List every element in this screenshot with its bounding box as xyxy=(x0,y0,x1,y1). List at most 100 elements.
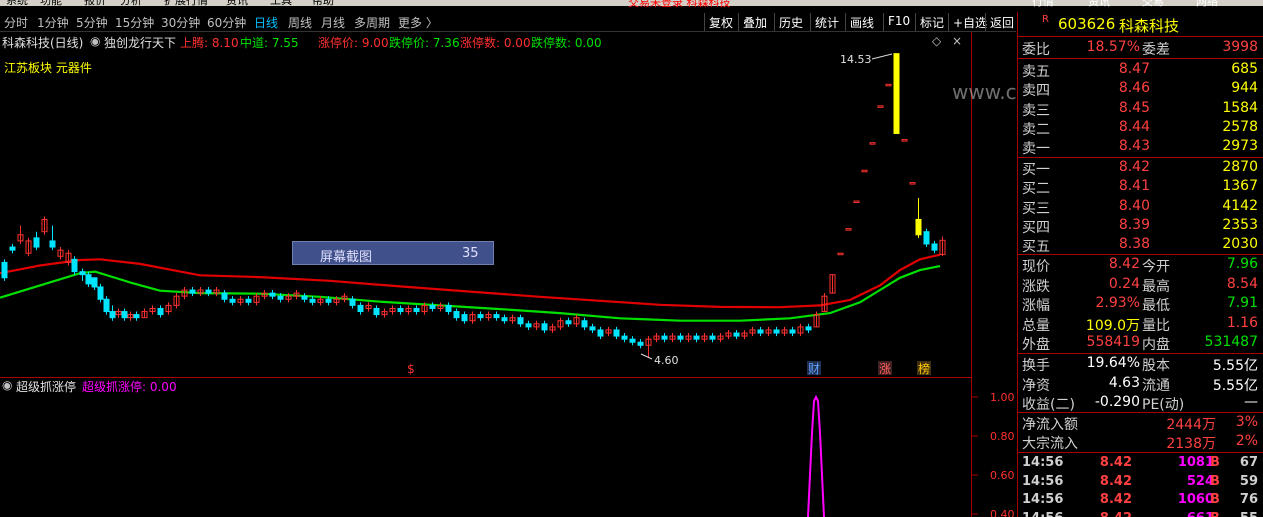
stat-value: 8.54 xyxy=(1226,275,1258,292)
buy-row: 买三 8.40 4142 xyxy=(1018,197,1263,217)
period-tab[interactable]: 周线 xyxy=(288,14,312,31)
circle-icon[interactable]: ◉ xyxy=(2,378,12,392)
close-icon[interactable]: × xyxy=(952,34,962,48)
period-tab[interactable]: 5分钟 xyxy=(76,14,108,31)
stat-label: 今开 xyxy=(1142,259,1170,275)
window-title: 交易未登录 科森科技 xyxy=(628,0,731,9)
flow-value: 2138万 xyxy=(1166,436,1216,453)
candle xyxy=(645,336,652,358)
candle xyxy=(461,311,468,324)
toolbar-button[interactable]: F10 xyxy=(883,13,914,31)
flow-percent: 2% xyxy=(1235,433,1258,450)
order-label: 卖三 xyxy=(1022,102,1050,119)
order-volume: 4142 xyxy=(1222,197,1258,214)
candle xyxy=(485,311,492,321)
period-tab[interactable]: 更多 〉 xyxy=(398,14,438,31)
tick-price: 8.42 xyxy=(1099,492,1132,508)
toolbar-button[interactable]: 历史 xyxy=(774,13,807,31)
flow-label: 净流入额 xyxy=(1022,417,1078,433)
period-tab[interactable]: 30分钟 xyxy=(161,14,200,31)
kline-chart[interactable]: 14.0013.0012.0011.0010.009.008.007.006.0… xyxy=(0,50,972,377)
candle xyxy=(133,311,140,321)
candle xyxy=(141,308,148,319)
candle xyxy=(49,225,56,251)
stat-value: 4.63 xyxy=(1108,374,1140,391)
menu-item[interactable]: 扩展行情 xyxy=(164,0,208,8)
candle xyxy=(509,314,516,324)
candle xyxy=(477,311,484,321)
menu-item[interactable]: 工具 xyxy=(270,0,292,8)
candle xyxy=(717,333,724,343)
toolbar-button[interactable]: 画线 xyxy=(845,13,878,31)
sell-row: 卖三 8.45 1584 xyxy=(1018,99,1263,119)
menu-item[interactable]: 功能 xyxy=(40,0,62,8)
r-icon: R xyxy=(1042,14,1049,25)
candle xyxy=(115,308,122,318)
menu-item[interactable]: 资讯 xyxy=(226,0,248,8)
toolbar-button[interactable]: 统计 xyxy=(810,13,843,31)
mid-value: 中道: 7.55 xyxy=(240,36,299,50)
period-tab[interactable]: 多周期 xyxy=(354,14,390,31)
candle xyxy=(837,252,844,256)
event-marker: 涨 xyxy=(879,361,891,376)
menu-item[interactable]: 报价 xyxy=(84,0,106,8)
period-tab[interactable]: 60分钟 xyxy=(207,14,246,31)
candle xyxy=(749,326,756,337)
candle xyxy=(365,302,372,312)
menu-item[interactable]: 帮助 xyxy=(312,0,334,8)
candle xyxy=(931,240,938,254)
menu-right-item[interactable]: 行情 xyxy=(1032,0,1054,9)
screenshot-overlay[interactable]: 屏幕截图 35 xyxy=(292,241,494,265)
period-tab[interactable]: 月线 xyxy=(321,14,345,31)
candle xyxy=(517,314,524,327)
menu-right-item[interactable]: 网络 xyxy=(1196,0,1218,9)
ratio-label: 委比 xyxy=(1022,42,1050,58)
stat-value: 5.55亿 xyxy=(1212,377,1258,394)
indicator-name[interactable]: 独创龙行天下 xyxy=(104,34,176,51)
order-volume: 685 xyxy=(1231,61,1258,77)
quote-panel: R 603626 科森科技 委比 18.57% 委差 3998 卖五 8.47 685 卖四 8… xyxy=(1017,12,1263,517)
order-label: 卖二 xyxy=(1022,121,1050,138)
event-marker: 榜 xyxy=(918,361,930,376)
toolbar-button[interactable]: 标记 xyxy=(915,13,948,31)
candle xyxy=(221,290,228,303)
stat-value: 8.42 xyxy=(1108,256,1140,272)
circle-icon[interactable]: ◉ xyxy=(90,34,100,48)
stat-label: 净资 xyxy=(1022,377,1050,394)
tick-side: B xyxy=(1210,473,1220,489)
candle xyxy=(861,169,868,173)
stat-label: 流通 xyxy=(1142,377,1170,394)
period-tab[interactable]: 分时 xyxy=(4,14,28,31)
menu-right-item[interactable]: 交易 xyxy=(1142,0,1164,9)
toolbar-button[interactable]: 复权 xyxy=(704,13,737,31)
menu-item[interactable]: 系统 xyxy=(6,0,28,8)
high-marker: 14.53 xyxy=(840,53,872,66)
period-tab[interactable]: 日线 xyxy=(254,14,278,31)
candle xyxy=(653,333,660,343)
period-tab[interactable]: 1分钟 xyxy=(37,14,69,31)
diff-label: 委差 xyxy=(1142,42,1170,58)
stat-value: — xyxy=(1244,394,1258,411)
stat-label: 内盘 xyxy=(1142,337,1170,354)
divider xyxy=(1018,36,1263,37)
order-label: 卖一 xyxy=(1022,141,1050,158)
stat-row: 涨跌 0.24 最高 8.54 xyxy=(1018,275,1263,295)
menu-right-item[interactable]: 资讯 xyxy=(1088,0,1110,9)
buy-row: 买一 8.42 2870 xyxy=(1018,158,1263,178)
candle xyxy=(237,296,244,306)
menu-item[interactable]: 分析 xyxy=(120,0,142,8)
candle xyxy=(301,293,308,303)
candle xyxy=(229,296,236,306)
stock-name: 科森科技 xyxy=(1119,17,1180,35)
candle xyxy=(923,228,930,248)
candle xyxy=(725,329,732,340)
period-tab[interactable]: 15分钟 xyxy=(115,14,154,31)
tick-time: 14:56 xyxy=(1022,511,1063,517)
toolbar-button[interactable]: 返回 xyxy=(985,13,1018,31)
toolbar-button[interactable]: 叠加 xyxy=(738,13,771,31)
candle xyxy=(597,326,604,340)
candle xyxy=(565,317,572,327)
stat-label: 换手 xyxy=(1022,358,1050,374)
stat-value: 558419 xyxy=(1086,334,1140,351)
diamond-icon[interactable]: ◇ xyxy=(932,34,941,48)
